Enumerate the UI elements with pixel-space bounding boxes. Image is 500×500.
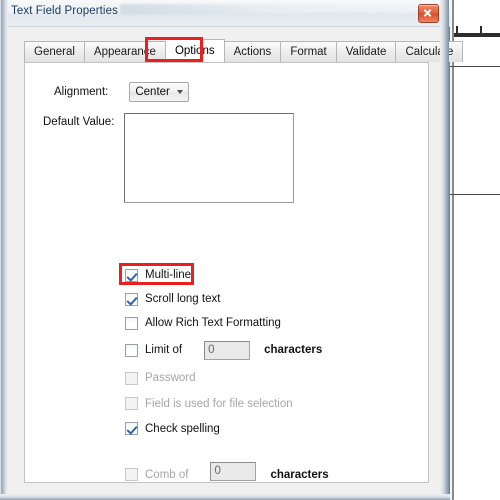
background-ruler-tick bbox=[456, 26, 458, 34]
tab-calculate[interactable]: Calculate bbox=[396, 41, 464, 62]
checkbox-scroll-long-text[interactable] bbox=[125, 292, 138, 306]
limit-of-input[interactable]: 0 bbox=[204, 340, 251, 360]
checkbox-label-scroll-long-text: Scroll long text bbox=[145, 293, 221, 305]
tab-format[interactable]: Format bbox=[281, 41, 337, 62]
checkbox-field-used-for-file-selection[interactable] bbox=[125, 397, 138, 410]
comb-of-label: Comb of bbox=[145, 469, 189, 481]
screenshot-root: Text Field Properties General Appearance… bbox=[0, 0, 500, 500]
comb-of-suffix: characters bbox=[270, 469, 329, 481]
default-value-input[interactable] bbox=[124, 113, 294, 203]
background-window-edge bbox=[452, 0, 454, 500]
checkbox-label-field-used-for-file-selection: Field is used for file selection bbox=[145, 397, 293, 410]
options-checkbox-list: Multi-line Scroll long text Allow Rich T… bbox=[125, 263, 329, 485]
comb-of-row[interactable]: Comb of 0 characters bbox=[125, 441, 329, 485]
chevron-down-icon bbox=[172, 83, 188, 101]
tab-actions[interactable]: Actions bbox=[224, 41, 282, 62]
limit-of-label: Limit of bbox=[145, 344, 183, 356]
default-value-label: Default Value: bbox=[43, 116, 115, 128]
limit-of-suffix: characters bbox=[264, 344, 323, 356]
dialog-frame-left bbox=[0, 0, 8, 500]
checkbox-row-scroll-long-text[interactable]: Scroll long text bbox=[125, 287, 329, 311]
tab-general[interactable]: General bbox=[24, 41, 85, 62]
checkbox-label-allow-rich-text-formatting: Allow Rich Text Formatting bbox=[145, 317, 281, 329]
background-toolbar-bar bbox=[454, 33, 500, 37]
checkbox-row-allow-rich-text[interactable]: Allow Rich Text Formatting bbox=[125, 311, 329, 335]
checkbox-multi-line[interactable] bbox=[125, 268, 138, 282]
alignment-row: Alignment: Center bbox=[54, 82, 190, 102]
tab-appearance[interactable]: Appearance bbox=[84, 41, 166, 62]
alignment-label: Alignment: bbox=[54, 86, 109, 98]
tab-validate[interactable]: Validate bbox=[336, 41, 397, 62]
dialog-frame-bottom bbox=[0, 494, 450, 500]
close-icon[interactable] bbox=[418, 4, 439, 23]
checkbox-row-password[interactable]: Password bbox=[125, 365, 329, 391]
dialog-titlebar[interactable]: Text Field Properties bbox=[0, 0, 450, 27]
checkbox-label-check-spelling: Check spelling bbox=[145, 422, 220, 435]
titlebar-sheen bbox=[120, 4, 420, 14]
checkbox-check-spelling[interactable] bbox=[125, 422, 138, 435]
dialog-frame-right bbox=[440, 0, 449, 500]
checkbox-comb-of[interactable] bbox=[125, 468, 138, 481]
checkbox-row-multi-line[interactable]: Multi-line bbox=[125, 263, 329, 287]
limit-of-row[interactable]: Limit of 0 characters bbox=[125, 335, 329, 365]
checkbox-password[interactable] bbox=[125, 371, 138, 385]
tab-options[interactable]: Options bbox=[165, 39, 225, 62]
checkbox-label-password: Password bbox=[145, 372, 196, 384]
checkbox-row-check-spelling[interactable]: Check spelling bbox=[125, 416, 329, 441]
alignment-select[interactable]: Center bbox=[129, 82, 190, 102]
tab-strip: General Appearance Options Actions Forma… bbox=[24, 39, 464, 62]
checkbox-label-multi-line: Multi-line bbox=[145, 269, 192, 281]
dialog-title: Text Field Properties bbox=[11, 5, 118, 17]
background-ruler-tick bbox=[480, 26, 482, 34]
checkbox-allow-rich-text-formatting[interactable] bbox=[125, 316, 138, 330]
alignment-value: Center bbox=[135, 86, 170, 98]
checkbox-row-file-selection[interactable]: Field is used for file selection bbox=[125, 391, 329, 416]
comb-of-input[interactable]: 0 bbox=[210, 462, 257, 481]
options-tab-panel: Alignment: Center Default Value: Multi-l… bbox=[24, 62, 429, 483]
text-field-properties-dialog: Text Field Properties General Appearance… bbox=[0, 0, 464, 500]
checkbox-limit-of[interactable] bbox=[125, 343, 138, 357]
